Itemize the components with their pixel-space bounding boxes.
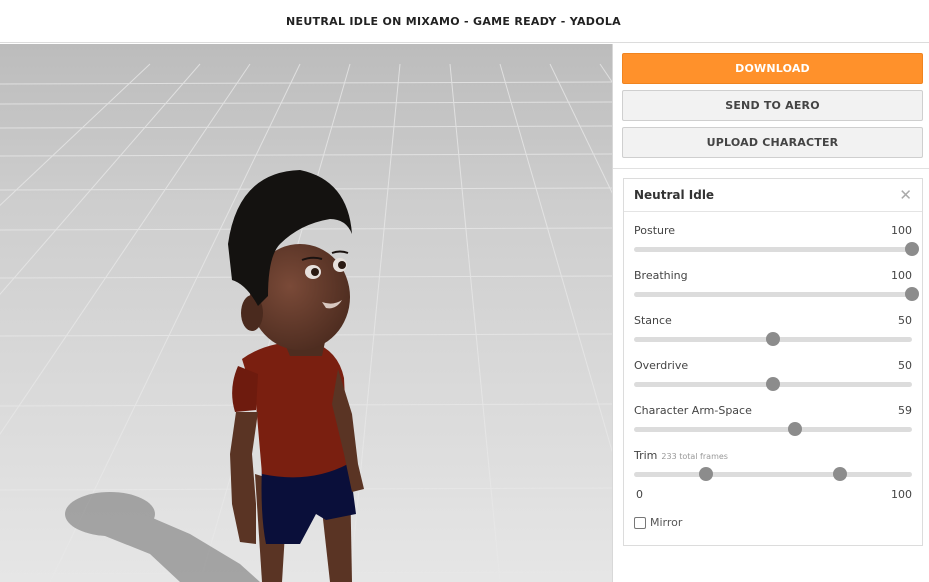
page-title: NEUTRAL IDLE ON MIXAMO - GAME READY - YA…	[286, 14, 621, 28]
breathing-slider[interactable]: Breathing 100	[634, 269, 919, 305]
slider-label: Breathing	[634, 269, 688, 282]
slider-track[interactable]	[634, 292, 912, 297]
send-to-aero-button[interactable]: SEND TO AERO	[622, 90, 923, 121]
3d-viewport[interactable]	[0, 44, 612, 582]
panel-header: Neutral Idle ✕	[624, 179, 922, 212]
trim-start-thumb[interactable]	[699, 467, 714, 481]
slider-thumb[interactable]	[905, 242, 919, 256]
trim-frames: 233 total frames	[661, 452, 728, 461]
slider-label: Overdrive	[634, 359, 689, 372]
animation-title: Neutral Idle	[634, 188, 715, 202]
slider-track[interactable]	[634, 247, 912, 252]
upload-character-button[interactable]: UPLOAD CHARACTER	[622, 127, 923, 158]
overdrive-slider[interactable]: Overdrive 50	[634, 359, 912, 395]
mirror-checkbox[interactable]	[634, 516, 646, 529]
slider-value: 59	[898, 404, 912, 417]
trim-end-thumb[interactable]	[832, 467, 847, 481]
slider-value: 50	[898, 359, 912, 372]
close-icon[interactable]: ✕	[899, 187, 912, 203]
mirror-label: Mirror	[650, 516, 683, 529]
mirror-toggle[interactable]: Mirror	[634, 516, 682, 529]
slider-thumb[interactable]	[766, 377, 780, 391]
slider-value: 100	[891, 224, 912, 237]
scene-render	[0, 44, 612, 582]
slider-track[interactable]	[634, 472, 912, 477]
slider-label: Character Arm-Space	[634, 404, 752, 417]
trim-max: 100	[891, 488, 912, 501]
trim-label: Trim 233 total frames	[634, 449, 728, 462]
slider-label: Posture	[634, 224, 676, 237]
slider-label: Stance	[634, 314, 672, 327]
arm-space-slider[interactable]: Character Arm-Space 59	[634, 404, 912, 440]
stance-slider[interactable]: Stance 50	[634, 314, 912, 350]
trim-min: 0	[636, 488, 643, 501]
download-button[interactable]: DOWNLOAD	[622, 53, 923, 84]
slider-thumb[interactable]	[905, 287, 919, 301]
divider	[613, 168, 929, 169]
slider-thumb[interactable]	[766, 332, 780, 346]
posture-slider[interactable]: Posture 100	[634, 224, 919, 260]
slider-track[interactable]	[634, 427, 912, 432]
slider-value: 100	[891, 269, 912, 282]
slider-value: 50	[898, 314, 912, 327]
slider-thumb[interactable]	[788, 422, 803, 436]
animation-settings-panel: Neutral Idle ✕ Posture 100 Breathing 100…	[623, 178, 923, 546]
trim-title: Trim	[634, 449, 658, 462]
right-panel: DOWNLOAD SEND TO AERO UPLOAD CHARACTER N…	[612, 44, 929, 582]
top-bar: NEUTRAL IDLE ON MIXAMO - GAME READY - YA…	[0, 0, 929, 43]
trim-slider[interactable]: Trim 233 total frames	[634, 449, 912, 485]
